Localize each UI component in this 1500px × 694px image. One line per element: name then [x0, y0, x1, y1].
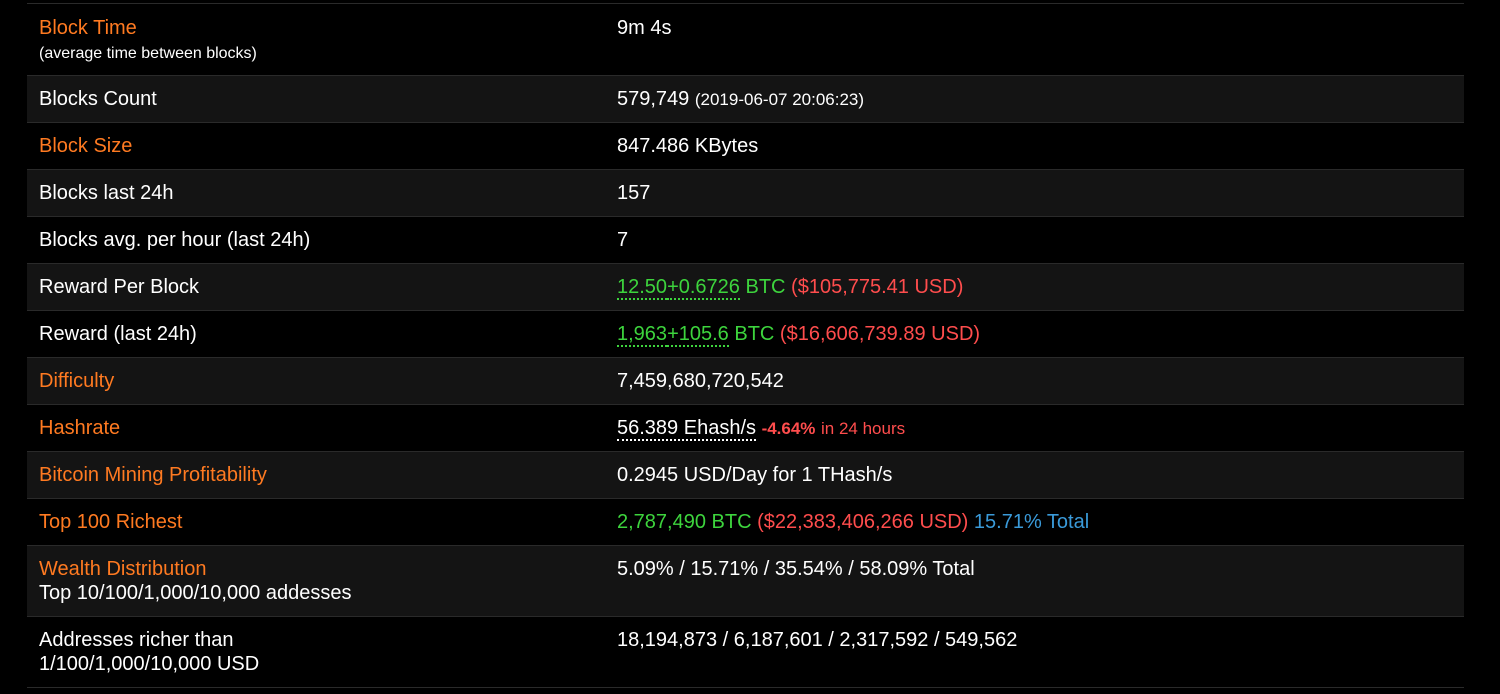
- row-blocks-last-24h: Blocks last 24h 157: [27, 169, 1464, 217]
- block-size-value: 847.486 KBytes: [617, 135, 759, 157]
- value-cell: 847.486 KBytes: [605, 122, 1464, 170]
- blocks-count-value: 579,749: [617, 88, 690, 110]
- blocks-count-timestamp: (2019-06-07 20:06:23): [694, 90, 865, 109]
- row-block-time: Block Time (average time between blocks)…: [27, 3, 1464, 76]
- value-cell: 579,749 (2019-06-07 20:06:23): [605, 75, 1464, 123]
- label-cell: Blocks Count: [27, 75, 605, 123]
- mining-profitability-value: 0.2945 USD/Day for 1 THash/s: [617, 464, 893, 486]
- bitcoin-stats-table: Block Time (average time between blocks)…: [27, 3, 1464, 688]
- row-blocks-avg-per-hour: Blocks avg. per hour (last 24h) 7: [27, 216, 1464, 264]
- blocks-avg-value: 7: [617, 229, 629, 251]
- label-cell: Addresses richer than 1/100/1,000/10,000…: [27, 616, 605, 688]
- label-cell: Reward Per Block: [27, 263, 605, 311]
- value-cell: 2,787,490 BTC ($22,383,406,266 USD) 15.7…: [605, 498, 1464, 546]
- label-cell: Reward (last 24h): [27, 310, 605, 358]
- reward-per-block-label: Reward Per Block: [39, 276, 200, 298]
- label-cell: Difficulty: [27, 357, 605, 405]
- block-time-sublabel: (average time between blocks): [39, 45, 257, 62]
- value-cell: 157: [605, 169, 1464, 217]
- hashrate-change-suffix: in 24 hours: [821, 419, 906, 438]
- hashrate-link[interactable]: Hashrate: [39, 417, 120, 439]
- value-cell: 5.09% / 15.71% / 35.54% / 58.09% Total: [605, 545, 1464, 617]
- hashrate-change: -4.64%: [761, 419, 816, 438]
- value-cell: 1,963+105.6 BTC ($16,606,739.89 USD): [605, 310, 1464, 358]
- reward-24h-fee-value[interactable]: +105.6: [667, 323, 729, 347]
- reward-usd: ($105,775.41 USD): [791, 276, 964, 298]
- reward-fee-value[interactable]: +0.6726: [667, 276, 740, 300]
- label-cell: Block Size: [27, 122, 605, 170]
- addresses-richer-sublabel: 1/100/1,000/10,000 USD: [39, 653, 260, 675]
- block-time-link[interactable]: Block Time: [39, 17, 137, 39]
- row-reward-per-block: Reward Per Block 12.50+0.6726 BTC ($105,…: [27, 263, 1464, 311]
- mining-profitability-link[interactable]: Bitcoin Mining Profitability: [39, 464, 267, 486]
- hashrate-value[interactable]: 56.389 Ehash/s: [617, 417, 756, 441]
- addresses-richer-label: Addresses richer than: [39, 629, 234, 651]
- wealth-distribution-value: 5.09% / 15.71% / 35.54% / 58.09% Total: [617, 558, 975, 580]
- block-size-link[interactable]: Block Size: [39, 135, 132, 157]
- top-100-usd: ($22,383,406,266 USD): [757, 511, 969, 533]
- row-reward-last-24h: Reward (last 24h) 1,963+105.6 BTC ($16,6…: [27, 310, 1464, 358]
- value-cell: 7: [605, 216, 1464, 264]
- row-mining-profitability: Bitcoin Mining Profitability 0.2945 USD/…: [27, 451, 1464, 499]
- row-difficulty: Difficulty 7,459,680,720,542: [27, 357, 1464, 405]
- wealth-distribution-link[interactable]: Wealth Distribution: [39, 558, 206, 580]
- value-cell: 12.50+0.6726 BTC ($105,775.41 USD): [605, 263, 1464, 311]
- label-cell: Hashrate: [27, 404, 605, 452]
- row-top-100-richest: Top 100 Richest 2,787,490 BTC ($22,383,4…: [27, 498, 1464, 546]
- value-cell: 0.2945 USD/Day for 1 THash/s: [605, 451, 1464, 499]
- row-hashrate: Hashrate 56.389 Ehash/s -4.64% in 24 hou…: [27, 404, 1464, 452]
- wealth-distribution-sublabel: Top 10/100/1,000/10,000 addesses: [39, 582, 352, 604]
- label-cell: Blocks avg. per hour (last 24h): [27, 216, 605, 264]
- reward-unit: BTC: [745, 276, 786, 298]
- top-100-btc: 2,787,490 BTC: [617, 511, 752, 533]
- block-time-value: 9m 4s: [617, 17, 672, 39]
- addresses-richer-value: 18,194,873 / 6,187,601 / 2,317,592 / 549…: [617, 629, 1018, 651]
- reward-base-value[interactable]: 12.50: [617, 276, 668, 300]
- blocks-last-24h-value: 157: [617, 182, 651, 204]
- top-100-share: 15.71% Total: [973, 511, 1090, 533]
- reward-24h-label: Reward (last 24h): [39, 323, 197, 345]
- reward-24h-usd: ($16,606,739.89 USD): [779, 323, 981, 345]
- blocks-last-24h-label: Blocks last 24h: [39, 182, 174, 204]
- reward-24h-unit: BTC: [734, 323, 775, 345]
- label-cell: Bitcoin Mining Profitability: [27, 451, 605, 499]
- label-cell: Blocks last 24h: [27, 169, 605, 217]
- blocks-count-label: Blocks Count: [39, 88, 157, 110]
- row-block-size: Block Size 847.486 KBytes: [27, 122, 1464, 170]
- value-cell: 18,194,873 / 6,187,601 / 2,317,592 / 549…: [605, 616, 1464, 688]
- reward-24h-base-value[interactable]: 1,963: [617, 323, 668, 347]
- top-100-richest-link[interactable]: Top 100 Richest: [39, 511, 182, 533]
- row-addresses-richer-than: Addresses richer than 1/100/1,000/10,000…: [27, 616, 1464, 688]
- value-cell: 56.389 Ehash/s -4.64% in 24 hours: [605, 404, 1464, 452]
- row-wealth-distribution: Wealth Distribution Top 10/100/1,000/10,…: [27, 545, 1464, 617]
- value-cell: 9m 4s: [605, 3, 1464, 76]
- label-cell: Wealth Distribution Top 10/100/1,000/10,…: [27, 545, 605, 617]
- row-blocks-count: Blocks Count 579,749 (2019-06-07 20:06:2…: [27, 75, 1464, 123]
- difficulty-value: 7,459,680,720,542: [617, 370, 784, 392]
- label-cell: Top 100 Richest: [27, 498, 605, 546]
- value-cell: 7,459,680,720,542: [605, 357, 1464, 405]
- label-cell: Block Time (average time between blocks): [27, 3, 605, 76]
- blocks-avg-label: Blocks avg. per hour (last 24h): [39, 229, 311, 251]
- difficulty-link[interactable]: Difficulty: [39, 370, 114, 392]
